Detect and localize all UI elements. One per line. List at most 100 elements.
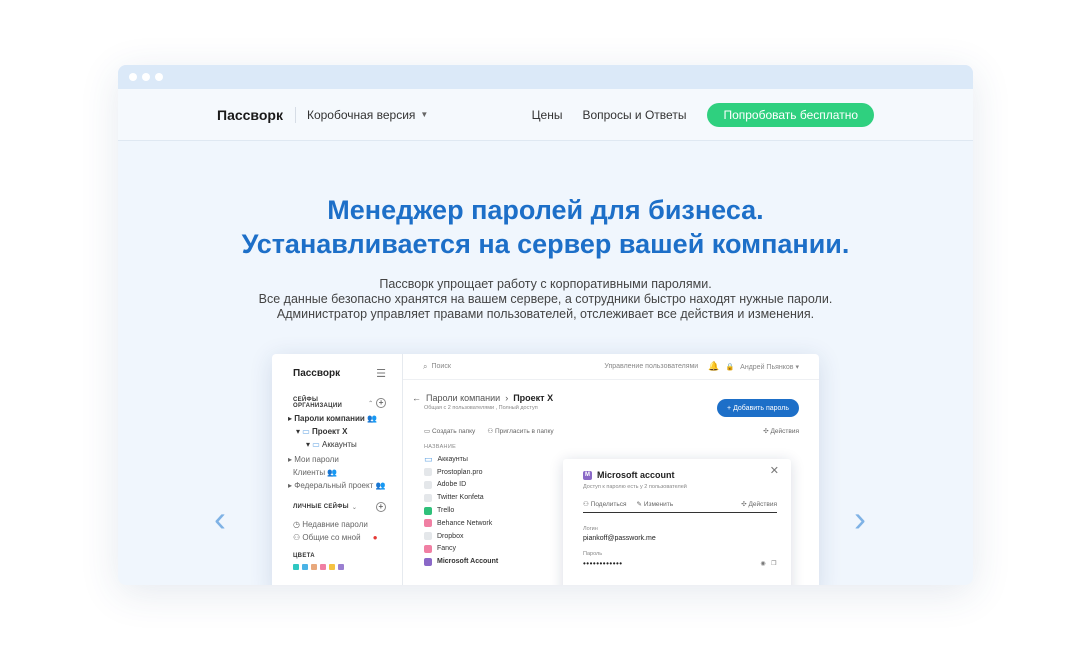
search-input[interactable]: Поиск <box>431 363 450 370</box>
window-dot <box>142 73 150 81</box>
site-icon <box>424 506 432 515</box>
panel-title: Microsoft account <box>597 470 675 480</box>
list-item-label: Prostoplan.pro <box>437 468 483 476</box>
users-icon: 👥 <box>327 468 338 477</box>
try-free-button[interactable]: Попробовать бесплатно <box>707 102 874 127</box>
close-icon[interactable]: ✕ <box>770 464 779 477</box>
clock-icon: ◷ <box>293 520 300 529</box>
list-item-label: Аккаунты <box>437 455 468 463</box>
sidebar-item-shared[interactable]: ⚇ Общие со мной ● <box>293 531 402 544</box>
app-screenshot: Пассворк ☰ СЕЙФЫ ОРГАНИЗАЦИИ ⌃ + ▸ Парол… <box>272 354 819 585</box>
sidebar-item-accounts[interactable]: ▾ ▭ Аккаунты <box>288 438 402 451</box>
folder-icon: ▭ <box>302 427 310 436</box>
user-plus-icon: ⚇ <box>487 428 494 435</box>
carousel-prev-arrow-icon[interactable]: ‹ <box>214 501 226 537</box>
color-swatch[interactable] <box>329 564 335 570</box>
site-icon <box>424 519 432 528</box>
sidebar-item-federal[interactable]: ▸ Федеральный проект 👥 <box>288 479 402 492</box>
version-dropdown[interactable]: Коробочная версия ▼ <box>296 108 428 122</box>
folder-plus-icon: ▭ <box>424 428 431 435</box>
users-icon: 👥 <box>375 481 386 490</box>
login-value[interactable]: piankoff@passwork.me <box>583 535 777 542</box>
chevron-up-icon[interactable]: ⌃ <box>368 400 373 407</box>
sidebar-item-my-passwords[interactable]: ▸ Мои пароли <box>288 453 402 466</box>
lead-line: Администратор управляет правами пользова… <box>276 307 815 321</box>
site-icon <box>424 557 432 566</box>
list-item-label: Dropbox <box>437 532 464 540</box>
actions-button[interactable]: ✣ Действия <box>763 427 799 435</box>
sidebar-item-project-x[interactable]: ▾ ▭ Проект X <box>288 425 402 438</box>
list-item-label: Adobe ID <box>437 481 467 489</box>
eye-icon[interactable]: ◉ <box>760 560 766 567</box>
color-swatch[interactable] <box>320 564 326 570</box>
site-icon <box>424 468 432 477</box>
search-icon: ⌕ <box>423 361 428 371</box>
back-arrow-icon[interactable]: ← <box>412 393 421 403</box>
site-icon <box>424 480 432 489</box>
color-swatch[interactable] <box>302 564 308 570</box>
add-password-button[interactable]: + Добавить пароль <box>717 399 799 417</box>
hero-title: Менеджер паролей для бизнеса. Устанавлив… <box>118 193 973 261</box>
create-folder-button[interactable]: ▭ Создать папку <box>424 427 475 435</box>
org-safes-heading: СЕЙФЫ ОРГАНИЗАЦИИ ⌃ + <box>272 397 402 409</box>
password-value[interactable]: •••••••••••• <box>583 559 623 568</box>
lock-icon[interactable]: 🔒 <box>725 363 734 371</box>
add-icon[interactable]: + <box>376 502 386 512</box>
list-item-label: Trello <box>437 507 455 515</box>
panel-subtitle: Доступ к паролю есть у 2 пользователей <box>583 484 687 490</box>
site-logo[interactable]: Пассворк <box>217 106 296 123</box>
lead-line: Все данные безопасно хранятся на вашем с… <box>258 292 833 306</box>
menu-icon[interactable]: ☰ <box>376 367 386 380</box>
actions-icon: ✣ <box>741 501 747 508</box>
user-name: Андрей Пьянков <box>740 363 794 371</box>
user-menu[interactable]: Андрей Пьянков ▾ <box>740 363 799 371</box>
hero-title-line1: Менеджер паролей для бизнеса. <box>327 195 764 225</box>
colors-heading: ЦВЕТА <box>293 553 315 559</box>
invite-button[interactable]: ⚇ Пригласить в папку <box>487 427 553 435</box>
microsoft-icon: M <box>583 470 592 480</box>
edit-button[interactable]: ✎ Изменить <box>637 500 674 508</box>
folder-icon: ▭ <box>312 440 320 449</box>
login-label: Логин <box>583 526 598 532</box>
nav-link-prices[interactable]: Цены <box>532 108 563 122</box>
sidebar-item-company-passwords[interactable]: ▸ Пароли компании 👥 <box>288 412 402 425</box>
browser-window: Пассворк Коробочная версия ▼ Цены Вопрос… <box>118 65 973 585</box>
color-swatch[interactable] <box>338 564 344 570</box>
breadcrumb-current: Проект X <box>513 393 554 403</box>
nav-link-faq[interactable]: Вопросы и Ответы <box>582 108 686 122</box>
color-swatch[interactable] <box>311 564 317 570</box>
panel-actions-button[interactable]: ✣ Действия <box>741 500 777 508</box>
list-item-label: Behance Network <box>437 519 493 527</box>
users-icon: 👥 <box>367 414 377 423</box>
caret-down-icon: ▼ <box>420 110 429 119</box>
hero: Менеджер паролей для бизнеса. Устанавлив… <box>118 193 973 322</box>
users-icon: ⚇ <box>293 533 301 542</box>
personal-safes-heading: ЛИЧНЫЕ СЕЙФЫ ⌄ + <box>272 502 402 512</box>
color-swatches <box>272 564 402 570</box>
password-label: Пароль <box>583 551 603 557</box>
list-item-label: Twitter Konfeta <box>437 494 484 502</box>
folder-icon: ▭ <box>424 453 433 464</box>
breadcrumb-parent[interactable]: Пароли компании <box>426 393 500 403</box>
sidebar-item-recent[interactable]: ◷ Недавние пароли <box>293 518 402 531</box>
notification-dot-icon: ● <box>372 533 378 542</box>
share-button[interactable]: ⚇ Поделиться <box>583 500 627 508</box>
sidebar-item-clients[interactable]: Клиенты 👥 <box>288 466 402 479</box>
app-topbar: ⌕ Поиск Управление пользователями 🔔 🔒 Ан… <box>403 354 819 380</box>
hero-title-line2: Устанавливается на сервер вашей компании… <box>241 229 850 259</box>
list-item-label: Microsoft Account <box>437 558 499 566</box>
copy-icon[interactable]: ❐ <box>771 560 777 567</box>
site-header: Пассворк Коробочная версия ▼ Цены Вопрос… <box>118 89 973 141</box>
add-icon[interactable]: + <box>376 398 386 408</box>
color-swatch[interactable] <box>293 564 299 570</box>
carousel-next-arrow-icon[interactable]: › <box>854 501 866 537</box>
user-management-link[interactable]: Управление пользователями <box>604 363 698 370</box>
site-icon <box>424 532 432 541</box>
list-item-label: Fancy <box>437 545 457 553</box>
bell-icon[interactable]: 🔔 <box>708 361 719 372</box>
app-logo: Пассворк <box>293 367 341 379</box>
lead-line: Пассворк упрощает работу с корпоративным… <box>379 277 712 291</box>
edit-icon: ✎ <box>636 501 642 508</box>
chevron-down-icon[interactable]: ⌄ <box>352 504 357 511</box>
site-icon <box>424 544 432 553</box>
